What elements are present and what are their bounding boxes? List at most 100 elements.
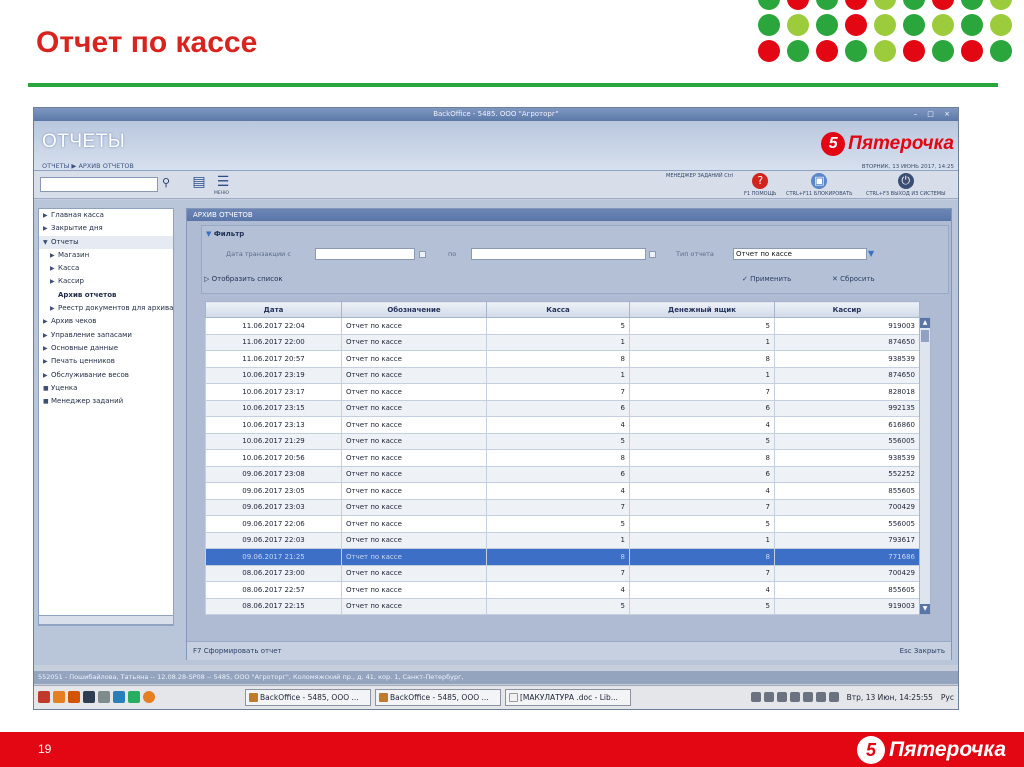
chevron-right-icon[interactable]: ▶ xyxy=(43,369,51,382)
chevron-right-icon[interactable]: ▶ xyxy=(43,355,51,368)
table-row[interactable]: 10.06.2017 23:15 Отчет по кассе 6 6 992135 xyxy=(205,399,920,417)
sidebar-item[interactable]: ▶ Архив чеков xyxy=(39,315,173,328)
reset-button[interactable]: ✕ Сбросить xyxy=(832,275,875,283)
table-row[interactable]: 08.06.2017 22:57 Отчет по кассе 4 4 855605 xyxy=(205,581,920,599)
tray-icon[interactable] xyxy=(828,692,839,702)
taskbar-item-3[interactable]: [МАКУЛАТУРА .doc - Lib... xyxy=(505,689,631,706)
sidebar-item[interactable]: ▼ Отчеты xyxy=(39,235,173,249)
report-type-select[interactable]: Отчет по кассе xyxy=(733,248,867,260)
table-row[interactable]: 09.06.2017 23:05 Отчет по кассе 4 4 855605 xyxy=(205,482,920,500)
printer-icon[interactable] xyxy=(802,692,813,702)
quicklaunch-icon-4[interactable] xyxy=(83,691,95,703)
firefox-icon[interactable] xyxy=(143,691,155,703)
sidebar-scrollbar[interactable] xyxy=(38,615,174,625)
show-list-button[interactable]: ▷ Отобразить список xyxy=(204,275,283,283)
close-panel-button[interactable]: Esc Закрыть xyxy=(900,647,945,655)
sidebar-item[interactable]: Архив отчетов xyxy=(39,289,173,302)
tray-icon[interactable] xyxy=(763,692,774,702)
network-icon[interactable] xyxy=(789,692,800,702)
quicklaunch-icon-6[interactable] xyxy=(113,691,125,703)
table-cell: 10.06.2017 23:17 xyxy=(205,383,342,401)
chevron-right-icon[interactable]: ▶ xyxy=(50,262,58,275)
table-row[interactable]: 11.06.2017 20:57 Отчет по кассе 8 8 938539 xyxy=(205,350,920,368)
speaker-icon[interactable] xyxy=(776,692,787,702)
date-from-field[interactable] xyxy=(315,248,415,260)
column-header[interactable]: Обозначение xyxy=(341,301,487,318)
tray-icon[interactable] xyxy=(750,692,761,702)
table-row[interactable]: 11.06.2017 22:04 Отчет по кассе 5 5 919003 xyxy=(205,317,920,335)
column-header[interactable]: Дата xyxy=(205,301,342,318)
search-icon[interactable]: ⚲ xyxy=(162,176,170,189)
table-row[interactable]: 09.06.2017 23:08 Отчет по кассе 6 6 552252 xyxy=(205,465,920,483)
task-manager-button[interactable]: МЕНЕДЖЕР ЗАДАНИЙ Ctrl xyxy=(666,173,733,179)
date-from-calendar-icon[interactable] xyxy=(419,251,426,258)
apply-button[interactable]: ✓ Применить xyxy=(742,275,791,283)
column-header[interactable]: Денежный ящик xyxy=(629,301,775,318)
sidebar-item[interactable]: ■ Менеджер заданий xyxy=(39,395,173,408)
filter-title[interactable]: ▼ Фильтр xyxy=(206,230,244,238)
quicklaunch-icon-5[interactable] xyxy=(98,691,110,703)
chevron-right-icon[interactable]: ▶ xyxy=(43,342,51,355)
date-to-field[interactable] xyxy=(471,248,646,260)
generate-report-button[interactable]: F7 Сформировать отчет xyxy=(193,647,282,655)
quicklaunch-icon-3[interactable] xyxy=(68,691,80,703)
quicklaunch-icon-2[interactable] xyxy=(53,691,65,703)
table-row[interactable]: 10.06.2017 23:19 Отчет по кассе 1 1 874650 xyxy=(205,366,920,384)
lock-button[interactable]: ▣ CTRL+F11 БЛОКИРОВАТЬ xyxy=(786,173,853,197)
sidebar-item[interactable]: ▶ Магазин xyxy=(39,249,173,262)
tray-icon[interactable] xyxy=(815,692,826,702)
breadcrumb[interactable]: ОТЧЕТЫ ▶ АРХИВ ОТЧЕТОВ xyxy=(42,162,134,170)
window-titlebar[interactable]: BackOffice - 5485. ООО "Агроторг" – □ × xyxy=(34,108,958,121)
column-header[interactable]: Кассир xyxy=(774,301,920,318)
chevron-right-icon[interactable]: ▶ xyxy=(43,222,51,235)
table-row[interactable]: 11.06.2017 22:00 Отчет по кассе 1 1 874650 xyxy=(205,333,920,351)
quicklaunch-icon-7[interactable] xyxy=(128,691,140,703)
chevron-down-icon[interactable]: ▼ xyxy=(868,249,874,258)
sidebar-item[interactable]: ▶ Печать ценников xyxy=(39,355,173,368)
table-row[interactable]: 09.06.2017 21:25 Отчет по кассе 8 8 771686 xyxy=(205,548,920,566)
sidebar-item[interactable]: ▶ Управление запасами xyxy=(39,329,173,342)
table-row[interactable]: 08.06.2017 23:00 Отчет по кассе 7 7 700429 xyxy=(205,564,920,582)
scroll-down-icon[interactable]: ▼ xyxy=(920,604,930,614)
search-input[interactable] xyxy=(40,177,158,192)
table-row[interactable]: 09.06.2017 23:03 Отчет по кассе 7 7 700429 xyxy=(205,498,920,516)
sidebar-item[interactable]: ▶ Касса xyxy=(39,262,173,275)
sidebar-item[interactable]: ▶ Закрытие дня xyxy=(39,222,173,235)
chevron-right-icon[interactable]: ▶ xyxy=(50,275,58,288)
sidebar-item[interactable]: ▶ Основные данные xyxy=(39,342,173,355)
taskbar-item-1[interactable]: BackOffice - 5485, ООО ... xyxy=(245,689,371,706)
chevron-right-icon[interactable]: ▶ xyxy=(43,315,51,328)
quicklaunch-icon-1[interactable] xyxy=(38,691,50,703)
clock[interactable]: Втр, 13 Июн, 14:25:55 xyxy=(847,693,933,702)
sidebar-item[interactable]: ▶ Обслуживание весов xyxy=(39,369,173,382)
table-row[interactable]: 10.06.2017 21:29 Отчет по кассе 5 5 556005 xyxy=(205,432,920,450)
chevron-down-icon[interactable]: ▼ xyxy=(43,236,51,249)
bullet-icon[interactable]: ■ xyxy=(43,395,51,408)
sidebar-item[interactable]: ▶ Реестр документов для архива xyxy=(39,302,173,315)
chevron-right-icon[interactable]: ▶ xyxy=(43,209,51,222)
sidebar-item[interactable]: ▶ Главная касса xyxy=(39,209,173,222)
chevron-right-icon[interactable]: ▶ xyxy=(50,302,58,315)
table-row[interactable]: 10.06.2017 23:17 Отчет по кассе 7 7 828018 xyxy=(205,383,920,401)
table-row[interactable]: 09.06.2017 22:03 Отчет по кассе 1 1 793617 xyxy=(205,531,920,549)
table-row[interactable]: 10.06.2017 20:56 Отчет по кассе 8 8 938539 xyxy=(205,449,920,467)
scroll-thumb[interactable] xyxy=(921,330,929,342)
column-header[interactable]: Касса xyxy=(486,301,630,318)
table-row[interactable]: 08.06.2017 22:15 Отчет по кассе 5 5 919003 xyxy=(205,597,920,615)
scroll-up-icon[interactable]: ▲ xyxy=(920,318,930,328)
sidebar-item[interactable]: ■ Уценка xyxy=(39,382,173,395)
print-report-icon[interactable]: ▤ xyxy=(188,174,210,196)
sidebar-item[interactable]: ▶ Кассир xyxy=(39,275,173,288)
taskbar-item-2[interactable]: BackOffice - 5485, ООО ... xyxy=(375,689,501,706)
chevron-right-icon[interactable]: ▶ xyxy=(43,329,51,342)
chevron-right-icon[interactable]: ▶ xyxy=(50,249,58,262)
exit-button[interactable]: ⏻ CTRL+F3 ВЫХОД ИЗ СИСТЕМЫ xyxy=(866,173,946,197)
language-indicator[interactable]: Рус xyxy=(941,693,954,702)
help-button[interactable]: ? F1 ПОМОЩЬ xyxy=(744,173,777,197)
date-to-calendar-icon[interactable] xyxy=(649,251,656,258)
table-row[interactable]: 09.06.2017 22:06 Отчет по кассе 5 5 556005 xyxy=(205,515,920,533)
table-scrollbar[interactable]: ▲ ▼ xyxy=(919,317,931,615)
bullet-icon[interactable]: ■ xyxy=(43,382,51,395)
table-row[interactable]: 10.06.2017 23:13 Отчет по кассе 4 4 616860 xyxy=(205,416,920,434)
window-controls[interactable]: – □ × xyxy=(914,108,954,121)
